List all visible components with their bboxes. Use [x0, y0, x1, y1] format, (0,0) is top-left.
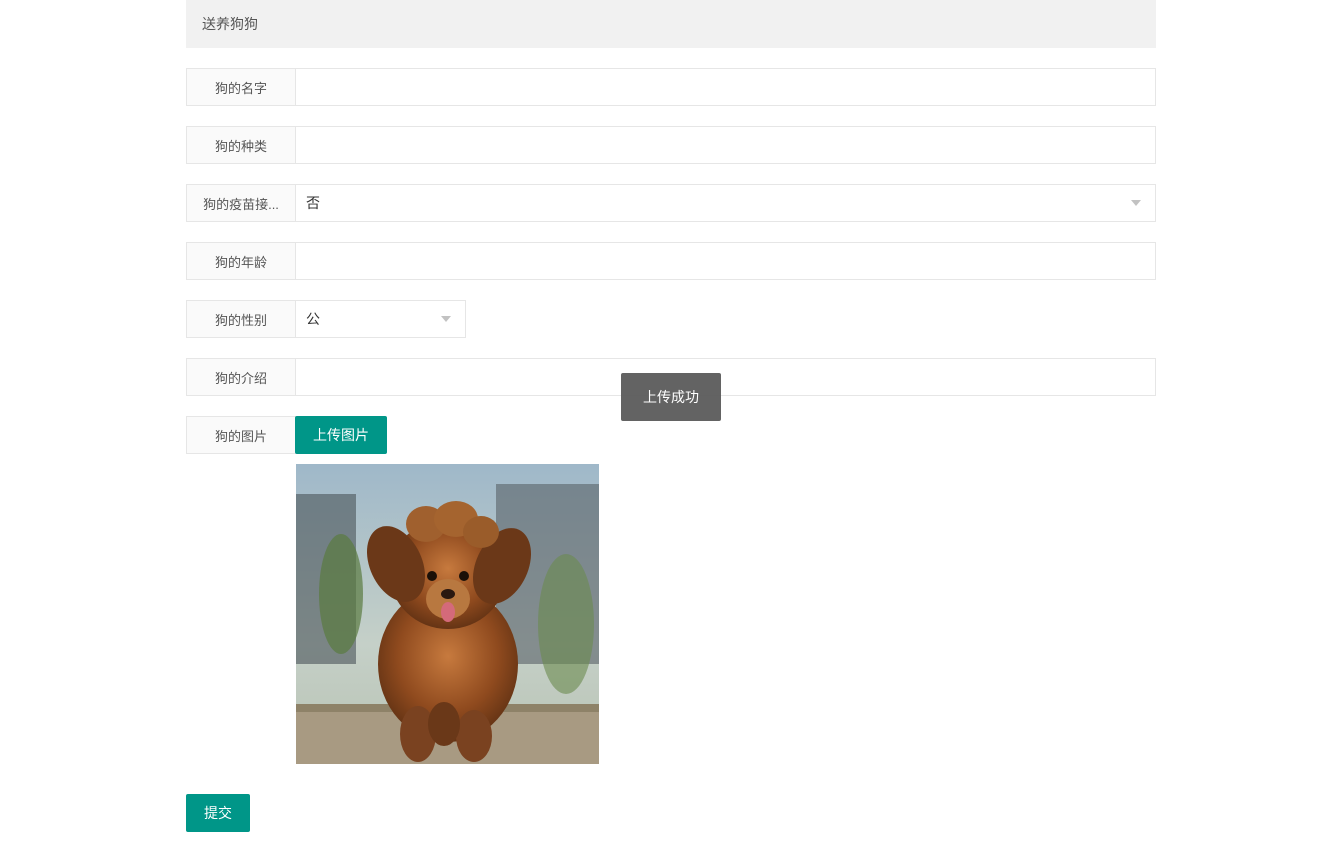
- dog-sex-select[interactable]: 公: [296, 300, 466, 338]
- dog-vaccine-value: 否: [306, 193, 1131, 213]
- dog-vaccine-label: 狗的疫苗接...: [186, 184, 296, 222]
- dog-preview-image: [296, 464, 599, 764]
- chevron-down-icon: [1131, 200, 1141, 206]
- dog-image-label: 狗的图片: [186, 416, 296, 454]
- dog-breed-row: 狗的种类: [186, 126, 1156, 164]
- dog-sex-value: 公: [306, 309, 441, 329]
- dog-intro-label: 狗的介绍: [186, 358, 296, 396]
- dog-image-row: 狗的图片 上传图片: [186, 416, 1156, 454]
- dog-intro-input[interactable]: [296, 358, 1156, 396]
- dog-vaccine-row: 狗的疫苗接... 否: [186, 184, 1156, 222]
- dog-age-row: 狗的年龄: [186, 242, 1156, 280]
- dog-name-row: 狗的名字: [186, 68, 1156, 106]
- dog-image-preview: [296, 464, 1156, 764]
- dog-breed-label: 狗的种类: [186, 126, 296, 164]
- dog-sex-label: 狗的性别: [186, 300, 296, 338]
- dog-age-input[interactable]: [296, 242, 1156, 280]
- dog-name-input[interactable]: [296, 68, 1156, 106]
- dog-name-label: 狗的名字: [186, 68, 296, 106]
- upload-image-button[interactable]: 上传图片: [295, 416, 387, 454]
- dog-breed-input[interactable]: [296, 126, 1156, 164]
- dog-vaccine-select[interactable]: 否: [296, 184, 1156, 222]
- chevron-down-icon: [441, 316, 451, 322]
- submit-button[interactable]: 提交: [186, 794, 250, 832]
- upload-success-toast: 上传成功: [621, 373, 721, 421]
- panel-title: 送养狗狗: [186, 0, 1156, 48]
- dog-sex-row: 狗的性别 公: [186, 300, 1156, 338]
- dog-age-label: 狗的年龄: [186, 242, 296, 280]
